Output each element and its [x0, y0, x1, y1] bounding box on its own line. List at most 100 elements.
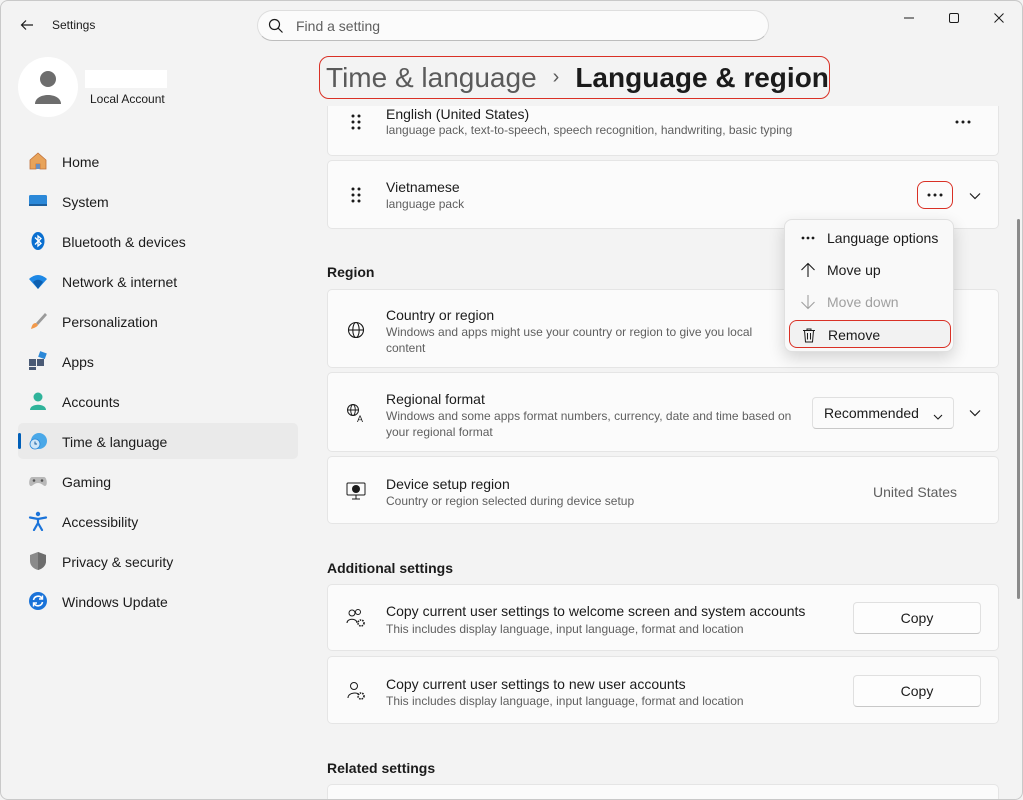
sidebar-item-label: System: [62, 194, 109, 210]
apps-icon: [28, 351, 48, 371]
back-button[interactable]: [15, 13, 39, 37]
app-title: Settings: [52, 18, 96, 32]
sidebar-item-windows-update[interactable]: Windows Update: [18, 583, 298, 619]
page-title: Language & region: [575, 61, 829, 93]
drag-handle-icon[interactable]: [346, 112, 366, 132]
globe-icon: [346, 320, 366, 340]
copy-new-users-button[interactable]: Copy: [853, 675, 981, 707]
sidebar-item-privacy[interactable]: Privacy & security: [18, 543, 298, 579]
minimize-button[interactable]: [887, 7, 931, 29]
close-icon: [994, 13, 1004, 23]
section-title-related: Related settings: [327, 760, 436, 776]
chevron-down-icon: [969, 193, 981, 200]
wifi-icon: [28, 271, 48, 291]
arrow-down-icon: [799, 293, 817, 311]
arrow-up-icon: [799, 261, 817, 279]
sidebar-item-network[interactable]: Network & internet: [18, 263, 298, 299]
sidebar-item-personalization[interactable]: Personalization: [18, 303, 298, 339]
setting-description: Country or region selected during device…: [386, 494, 635, 508]
setting-device-setup-region: Device setup region Country or region se…: [327, 456, 999, 524]
sidebar-item-system[interactable]: System: [18, 183, 298, 219]
system-icon: [28, 191, 48, 211]
menu-item-remove[interactable]: Remove: [789, 320, 951, 348]
setting-regional-format[interactable]: A Regional format Windows and some apps …: [327, 372, 999, 452]
section-title-region: Region: [327, 264, 375, 280]
more-icon: [927, 193, 943, 197]
search-input[interactable]: [296, 17, 756, 35]
maximize-icon: [949, 13, 959, 23]
sidebar-item-apps[interactable]: Apps: [18, 343, 298, 379]
setting-description: This includes display language, input la…: [386, 622, 744, 636]
regional-format-dropdown[interactable]: Recommended: [812, 397, 954, 429]
expand-button[interactable]: [967, 188, 983, 204]
setting-copy-welcome-screen: Copy current user settings to welcome sc…: [327, 584, 999, 651]
scrollbar-thumb[interactable]: [1017, 219, 1020, 599]
maximize-button[interactable]: [932, 7, 976, 29]
menu-item-label: Move down: [827, 294, 899, 310]
profile-account-type: Local Account: [90, 92, 165, 106]
chevron-down-icon: [933, 408, 943, 424]
drag-handle-icon[interactable]: [346, 185, 366, 205]
language-more-button[interactable]: [945, 108, 981, 136]
related-settings-card[interactable]: [327, 784, 999, 799]
more-icon: [955, 120, 971, 124]
sidebar-item-label: Home: [62, 154, 100, 170]
user-profile[interactable]: Local Account: [18, 57, 298, 121]
menu-item-move-up[interactable]: Move up: [789, 256, 951, 284]
user-gear-icon: [346, 681, 366, 701]
setting-description: Windows and apps might use your country …: [386, 325, 753, 355]
menu-item-label: Move up: [827, 262, 881, 278]
bluetooth-icon: [28, 231, 48, 251]
setting-title: Copy current user settings to welcome sc…: [386, 603, 806, 619]
users-gear-icon: [346, 608, 366, 628]
update-icon: [28, 591, 48, 611]
language-more-button[interactable]: [917, 181, 953, 209]
device-globe-icon: [346, 481, 366, 501]
home-icon: [28, 151, 48, 171]
expand-button[interactable]: [967, 405, 983, 421]
sidebar-item-bluetooth[interactable]: Bluetooth & devices: [18, 223, 298, 259]
svg-text:A: A: [357, 414, 363, 423]
sidebar-item-label: Gaming: [62, 474, 112, 490]
sidebar-item-gaming[interactable]: Gaming: [18, 463, 298, 499]
setting-copy-new-users: Copy current user settings to new user a…: [327, 656, 999, 724]
user-icon: [35, 71, 61, 104]
search-icon: [268, 18, 283, 33]
title-bar: Settings: [1, 1, 1022, 49]
language-context-menu: Language options Move up Move down Remov…: [784, 219, 954, 352]
menu-item-move-down: Move down: [789, 288, 951, 316]
setting-description: Windows and some apps format numbers, cu…: [386, 409, 792, 439]
settings-window: Settings Local Account: [0, 0, 1023, 800]
copy-welcome-button[interactable]: Copy: [853, 602, 981, 634]
sidebar-item-label: Accounts: [62, 394, 120, 410]
minimize-icon: [904, 17, 914, 19]
menu-item-label: Language options: [827, 230, 939, 246]
sidebar-item-time-language[interactable]: Time & language: [18, 423, 298, 459]
sidebar-item-accessibility[interactable]: Accessibility: [18, 503, 298, 539]
sidebar-item-label: Time & language: [62, 434, 168, 450]
setting-description: This includes display language, input la…: [386, 694, 744, 708]
device-setup-region-value: United States: [873, 484, 958, 500]
breadcrumb-parent[interactable]: Time & language: [326, 62, 537, 94]
setting-title: Country or region: [386, 307, 495, 323]
sidebar-item-label: Privacy & security: [62, 554, 174, 570]
sidebar-item-label: Bluetooth & devices: [62, 234, 186, 250]
avatar: [18, 57, 78, 117]
gamepad-icon: [28, 471, 48, 491]
sidebar-item-accounts[interactable]: Accounts: [18, 383, 298, 419]
search-box[interactable]: [257, 10, 769, 41]
setting-title: Device setup region: [386, 476, 510, 492]
close-button[interactable]: [977, 7, 1021, 29]
language-features: language pack: [386, 197, 465, 211]
language-item-english[interactable]: English (United States) language pack, t…: [327, 106, 999, 156]
accessibility-icon: [28, 511, 48, 531]
trash-icon: [800, 326, 818, 344]
menu-item-label: Remove: [828, 327, 881, 343]
sidebar-nav: Home System Bluetooth & devices Network …: [18, 143, 298, 623]
profile-name-redacted: [85, 70, 167, 88]
language-name: English (United States): [386, 106, 530, 122]
menu-item-language-options[interactable]: Language options: [789, 224, 951, 252]
shield-icon: [28, 551, 48, 571]
sidebar-item-home[interactable]: Home: [18, 143, 298, 179]
more-icon: [799, 229, 817, 247]
